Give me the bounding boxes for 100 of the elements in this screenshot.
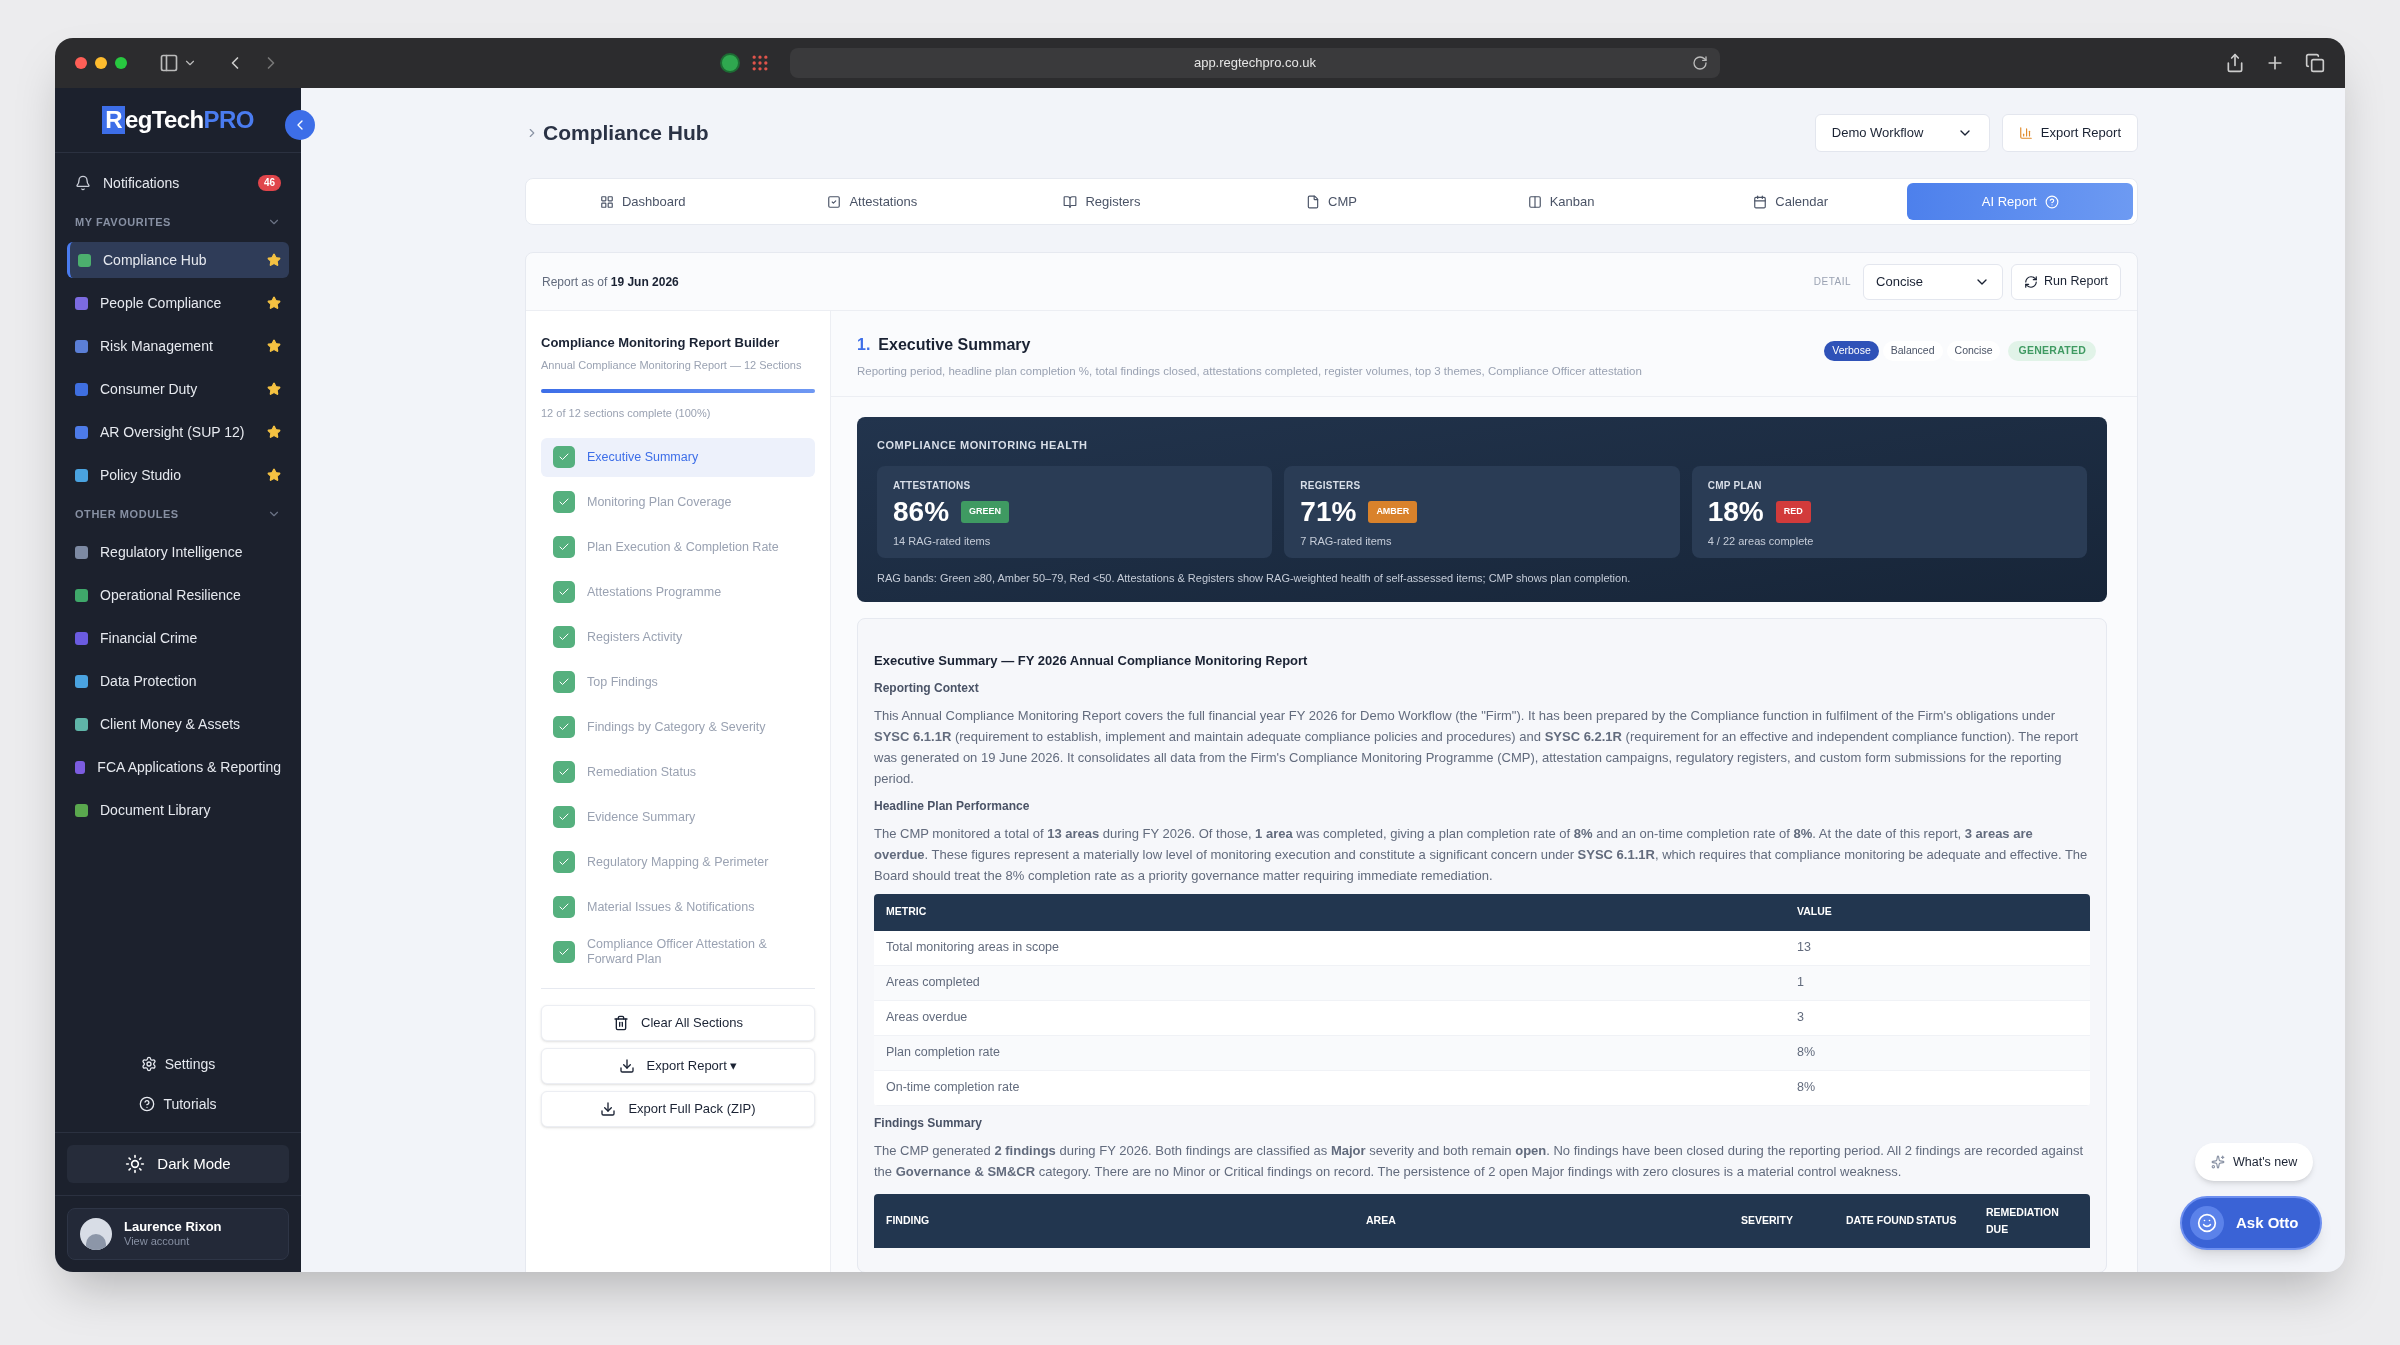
rag-badge: GREEN (961, 501, 1010, 523)
builder-title: Compliance Monitoring Report Builder (541, 334, 781, 352)
star-icon[interactable] (267, 382, 281, 396)
workflow-select[interactable]: Demo Workflow (1814, 114, 1990, 152)
settings-icon (140, 1056, 157, 1072)
bar-chart-icon (2018, 126, 2033, 140)
address-bar[interactable]: app.regtechpro.co.uk (790, 48, 1720, 78)
section-title: Executive Summary (878, 335, 1031, 355)
tutorials-item[interactable]: Tutorials (139, 1084, 217, 1124)
detail-select[interactable]: Concise (1863, 263, 2004, 300)
report-date: Report as of 19 Jun 2026 (542, 273, 679, 291)
tab[interactable]: Attestations (759, 183, 986, 220)
section-item[interactable]: Executive Summary (541, 437, 815, 477)
tab[interactable]: Dashboard (530, 183, 756, 220)
mode-toggle[interactable]: Balanced (1882, 341, 1943, 361)
maximize-window-icon[interactable] (115, 57, 127, 69)
notifications-item[interactable]: Notifications 46 (67, 165, 289, 201)
sun-icon (125, 1154, 146, 1174)
check-icon (558, 586, 570, 598)
account-card[interactable]: Laurence Rixon View account (67, 1208, 289, 1260)
section-checkbox[interactable] (553, 896, 575, 918)
builder-action-button[interactable]: Clear All Sections (541, 1004, 815, 1041)
metric-caption: 4 / 22 areas complete (1707, 533, 1815, 549)
nav-item[interactable]: Policy Studio (67, 457, 289, 493)
nav-item[interactable]: Risk Management (67, 328, 289, 364)
dark-mode-button[interactable]: Dark Mode (67, 1145, 289, 1183)
grid-icon (600, 194, 614, 209)
whats-new-button[interactable]: What's new (2195, 1143, 2314, 1181)
notification-count: 46 (257, 175, 281, 191)
report-subheading: Reporting Context (874, 679, 980, 697)
section-number: 1. (857, 335, 871, 355)
user-name: Laurence Rixon (124, 1219, 222, 1236)
builder-action-button[interactable]: Export Full Pack (ZIP) (541, 1090, 815, 1127)
close-window-icon[interactable] (75, 57, 87, 69)
section-checkbox[interactable] (553, 761, 575, 783)
nav-item[interactable]: People Compliance (67, 285, 289, 321)
metric-label: REGISTERS (1300, 478, 1362, 493)
collapse-sidebar-button[interactable] (285, 110, 315, 140)
star-icon[interactable] (267, 468, 281, 482)
report-paragraph: This Annual Compliance Monitoring Report covers the full financial year FY 2026 for Demo Workflow (the "Firm"). It has been prepared by the Compliance function in fulfilment of the Firm's obligations under SYSC 6.1.1R (requirement to establish, implement and maintain adequate compliance policies and procedures) and SYSC 6.2.1R (requirement for an effective and independent compliance function). The report was generated on 19 June 2026. It consolidates all data from the Firm's Compliance Monitoring Programme (CMP), attestation campaigns, regulatory registers, and custom form submissions for the reporting period. (874, 706, 2080, 788)
table-cell-text: Areas overdue (886, 1009, 969, 1027)
section-checkbox[interactable] (553, 626, 575, 648)
nav-item[interactable]: Financial Crime (67, 620, 289, 656)
section-checkbox[interactable] (553, 536, 575, 558)
section-checkbox[interactable] (553, 941, 575, 963)
star-icon[interactable] (267, 339, 281, 353)
help-icon (139, 1096, 156, 1112)
nav-item[interactable]: Compliance Hub (67, 242, 289, 278)
tab[interactable]: Kanban (1448, 183, 1674, 220)
download-icon (600, 1100, 617, 1117)
metric-value: 18% (1707, 494, 1764, 529)
mode-toggle[interactable]: Verbose (1824, 341, 1879, 361)
tab[interactable]: Registers (989, 183, 1215, 220)
nav-item[interactable]: Operational Resilience (67, 577, 289, 613)
section-checkbox[interactable] (553, 581, 575, 603)
mode-toggle[interactable]: Concise (1946, 341, 2001, 361)
nav-item[interactable]: Consumer Duty (67, 371, 289, 407)
column-header: FINDING (886, 1213, 931, 1229)
section-heading: MY FAVOURITES (75, 214, 171, 230)
bell-icon (75, 175, 91, 191)
nav-item[interactable]: Regulatory Intelligence (67, 534, 289, 570)
export-report-button[interactable]: Export Report (2001, 114, 2138, 152)
section-checkbox[interactable] (553, 446, 575, 468)
apps-grid-icon[interactable] (750, 53, 770, 73)
settings-item[interactable]: Settings (140, 1044, 216, 1084)
help-icon (2044, 194, 2059, 209)
star-icon[interactable] (267, 296, 281, 310)
user-subtitle: View account (124, 1235, 191, 1249)
share-icon[interactable] (2225, 53, 2245, 73)
ask-assistant-button[interactable]: Ask Otto (2180, 1196, 2322, 1250)
section-checkbox[interactable] (553, 806, 575, 828)
builder-action-button[interactable]: Export Report ▾ (541, 1047, 815, 1084)
check-icon (558, 451, 570, 463)
check-icon (558, 856, 570, 868)
nav-item[interactable]: AR Oversight (SUP 12) (67, 414, 289, 450)
tabs-overview-icon[interactable] (2305, 53, 2325, 73)
section-checkbox[interactable] (553, 851, 575, 873)
run-report-button[interactable]: Run Report (2011, 263, 2121, 300)
section-checkbox[interactable] (553, 716, 575, 738)
reload-icon[interactable] (1692, 55, 1708, 71)
section-checkbox[interactable] (553, 671, 575, 693)
nav-item[interactable]: Client Money & Assets (67, 706, 289, 742)
tab[interactable]: Calendar (1677, 183, 1904, 220)
extension-icon[interactable] (720, 53, 740, 73)
checkbox-icon (827, 194, 842, 209)
star-icon[interactable] (267, 253, 281, 267)
calendar-icon (1753, 194, 1768, 209)
sidebar-toggle-icon[interactable] (159, 53, 179, 73)
nav-item[interactable]: Data Protection (67, 663, 289, 699)
check-icon (558, 721, 570, 733)
section-checkbox[interactable] (553, 491, 575, 513)
check-icon (558, 676, 570, 688)
minimize-window-icon[interactable] (95, 57, 107, 69)
page-title: Compliance Hub (543, 120, 709, 147)
tab[interactable]: CMP (1218, 183, 1445, 220)
rag-badge: RED (1775, 501, 1811, 523)
star-icon[interactable] (267, 425, 281, 439)
nav-item[interactable]: Document Library (67, 792, 289, 828)
nav-item[interactable]: FCA Applications & Reporting (67, 749, 289, 785)
table-cell-text: 13 (1797, 939, 1811, 957)
